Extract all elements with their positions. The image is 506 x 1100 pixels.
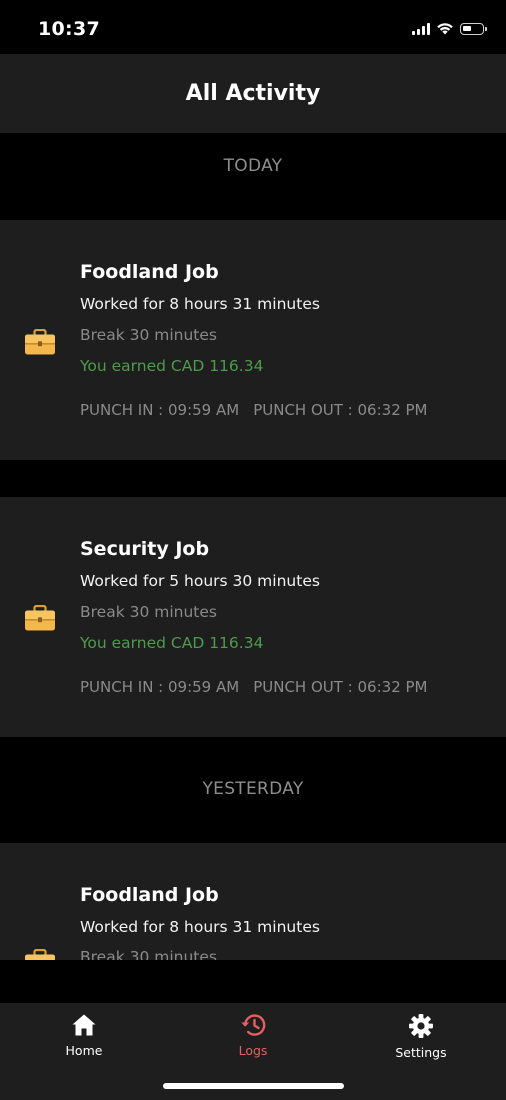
card-break-time: Break 30 minutes [80,326,217,344]
wifi-icon [437,23,453,35]
activity-card[interactable]: Foodland Job Worked for 8 hours 31 minut… [0,843,506,960]
page-title: All Activity [185,81,321,106]
card-earnings: You earned CAD 116.34 [80,357,264,375]
briefcase-icon [25,949,55,960]
gear-icon [409,1014,433,1038]
tab-home[interactable]: Home [24,1013,144,1058]
section-header-today: TODAY [223,156,283,176]
history-icon [241,1014,266,1036]
status-bar: 10:37 [0,0,506,54]
app-header: All Activity [0,54,506,133]
tab-home-label: Home [65,1043,103,1058]
card-worked-time: Worked for 8 hours 31 minutes [80,918,320,936]
punch-in-time: PUNCH IN : 09:59 AM [80,678,240,696]
card-earnings: You earned CAD 116.34 [80,634,264,652]
punch-out-time: PUNCH OUT : 06:32 PM [253,401,428,419]
briefcase-icon [25,605,55,631]
briefcase-icon [25,329,55,355]
activity-card[interactable]: Security Job Worked for 5 hours 30 minut… [0,497,506,737]
card-punch-times: PUNCH IN : 09:59 AM PUNCH OUT : 06:32 PM [80,401,428,419]
card-break-time: Break 30 minutes [80,603,217,621]
card-title: Foodland Job [80,884,219,906]
battery-icon [460,22,487,35]
tab-logs[interactable]: Logs [193,1013,313,1058]
card-break-time: Break 30 minutes [80,948,217,960]
punch-in-time: PUNCH IN : 09:59 AM [80,401,240,419]
activity-card[interactable]: Foodland Job Worked for 8 hours 31 minut… [0,220,506,460]
section-header-yesterday: YESTERDAY [202,779,304,799]
card-worked-time: Worked for 5 hours 30 minutes [80,572,320,590]
punch-out-time: PUNCH OUT : 06:32 PM [253,678,428,696]
tab-logs-label: Logs [238,1043,268,1058]
status-icons [412,22,487,35]
card-punch-times: PUNCH IN : 09:59 AM PUNCH OUT : 06:32 PM [80,678,428,696]
tab-settings[interactable]: Settings [361,1013,481,1060]
card-worked-time: Worked for 8 hours 31 minutes [80,295,320,313]
tab-settings-label: Settings [395,1045,447,1060]
card-title: Security Job [80,538,210,560]
signal-icon [412,22,430,35]
home-indicator [163,1083,344,1089]
card-title: Foodland Job [80,261,219,283]
home-icon [72,1014,96,1036]
status-time: 10:37 [38,18,100,40]
